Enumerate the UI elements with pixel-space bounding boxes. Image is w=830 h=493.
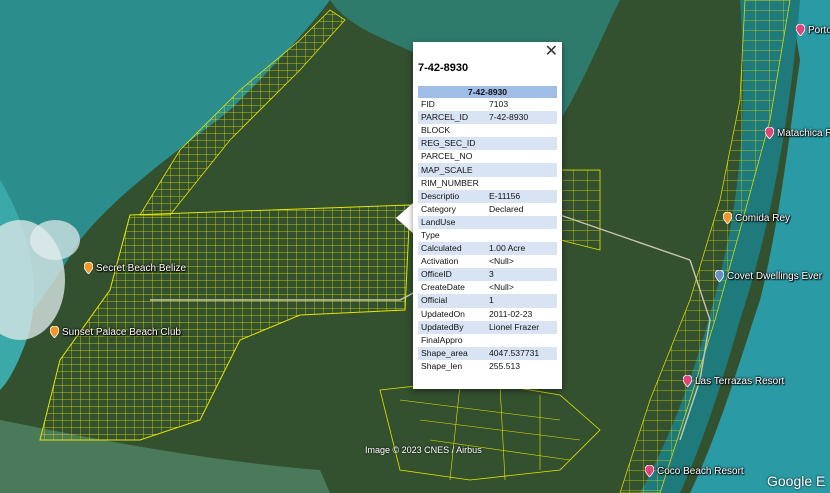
attribute-row: LandUse [418, 215, 557, 229]
attribute-key: RIM_NUMBER [421, 177, 479, 188]
attribute-row: OfficeID 3 [418, 268, 557, 282]
attribute-key: UpdatedBy [418, 320, 486, 334]
attribute-key: REG_SEC_ID [418, 137, 486, 151]
place-label: Secret Beach Belize [96, 262, 187, 274]
map-pin-icon [683, 375, 692, 387]
place-label: Las Terrazas Resort [695, 375, 785, 387]
map-pin-icon [645, 465, 654, 477]
attribute-value [486, 137, 557, 151]
attribute-value [486, 215, 557, 229]
attribute-key: MAP_SCALE [418, 163, 486, 177]
place-label: Matachica Re [777, 127, 830, 139]
attribute-row: REG_SEC_ID [418, 137, 557, 151]
attribute-key: Shape_len [421, 360, 463, 371]
attribute-value [486, 163, 557, 177]
attribute-row: Category Declared [418, 203, 557, 216]
attribute-key: Category [421, 203, 456, 214]
attribute-value: Declared [489, 203, 524, 214]
map-pin-icon [50, 326, 59, 338]
attribute-key: FID [421, 99, 435, 110]
attribute-row: Calculated 1.00 Acre [418, 242, 557, 256]
cloud [30, 220, 80, 260]
attribute-value: 4047.537731 [486, 346, 557, 360]
close-icon[interactable]: ✕ [545, 43, 558, 61]
attribute-row: MAP_SCALE [418, 163, 557, 177]
place-label: Covet Dwellings Ever [727, 270, 823, 282]
attribute-key: OfficeID [418, 268, 486, 282]
attribute-row: Activation <Null> [418, 255, 557, 268]
parcel-grid-east [559, 169, 601, 251]
attribute-key: PARCEL_NO [421, 151, 473, 162]
place-matachica[interactable]: Matachica Re [765, 127, 830, 139]
attribute-row: Shape_area 4047.537731 [418, 346, 557, 360]
attribute-row: RIM_NUMBER [418, 177, 557, 190]
attribute-row: FID 7103 [418, 98, 557, 111]
attribute-row: CreateDate <Null> [418, 281, 557, 294]
place-sunset-palace-beach-club[interactable]: Sunset Palace Beach Club [50, 326, 181, 338]
attribute-value: 7-42-8930 [486, 111, 557, 125]
attribute-value [486, 124, 557, 137]
attribute-value [486, 150, 557, 163]
attribute-value: 255.513 [489, 360, 521, 371]
parcel-info-popup: ✕ 7-42-8930 7-42-8930 FID 7103 PARCEL_ID 7-… [413, 42, 562, 389]
attribute-row: FinalAppro [418, 334, 557, 347]
attribute-key: UpdatedOn [421, 308, 465, 319]
attribute-value: Lionel Frazer [486, 320, 557, 334]
popup-pointer [396, 202, 414, 234]
place-label: Coco Beach Resort [657, 465, 744, 477]
attribute-value: <Null> [489, 282, 514, 293]
attribute-value: 7103 [489, 99, 509, 110]
attribute-row: UpdatedOn 2011-02-23 [418, 308, 557, 321]
attribute-row: UpdatedBy Lionel Frazer [418, 320, 557, 334]
place-covet-dwellings[interactable]: Covet Dwellings Ever [715, 270, 822, 282]
attribute-value: 1.00 Acre [486, 242, 557, 256]
attribute-value: 3 [486, 268, 557, 282]
place-label: Sunset Palace Beach Club [62, 326, 181, 338]
attribute-value [486, 229, 557, 242]
attribute-value: E-11156 [486, 189, 557, 203]
place-secret-beach-belize[interactable]: Secret Beach Belize [84, 262, 186, 274]
attribute-value [486, 177, 557, 190]
place-label: Portofi [808, 24, 830, 36]
map-pin-icon [84, 262, 93, 274]
attribute-key: FinalAppro [421, 334, 463, 345]
place-comida-rey[interactable]: Comida Rey [723, 212, 790, 224]
attribute-key: LandUse [418, 215, 486, 229]
attribute-row: PARCEL_ID 7-42-8930 [418, 111, 557, 125]
attribute-value [486, 334, 557, 347]
map-pin-icon [796, 24, 805, 36]
attribute-key: CreateDate [421, 282, 465, 293]
place-portofino[interactable]: Portofi [796, 24, 830, 36]
attribute-value: 1 [486, 294, 557, 308]
imagery-attribution: Image © 2023 CNES / Airbus [365, 445, 482, 455]
attribute-row: BLOCK [418, 124, 557, 137]
attribute-key: Type [421, 229, 440, 240]
attribute-key: Shape_area [418, 346, 486, 360]
map-pin-icon [723, 212, 732, 224]
map-pin-icon [715, 270, 724, 282]
attribute-row: Type [418, 229, 557, 242]
attribute-row: PARCEL_NO [418, 150, 557, 163]
attribute-key: Descriptio [418, 189, 486, 203]
attribute-key: Calculated [418, 242, 486, 256]
popup-title: 7-42-8930 [418, 62, 469, 74]
place-label: Comida Rey [735, 212, 791, 224]
attribute-value: 2011-02-23 [489, 308, 533, 319]
attribute-key: Activation [421, 256, 459, 267]
map-pin-icon [765, 127, 774, 139]
attribute-row: Descriptio E-11156 [418, 189, 557, 203]
google-logo: Google E [767, 473, 826, 489]
attribute-table-caption: 7-42-8930 [418, 86, 557, 98]
attribute-row: Shape_len 255.513 [418, 360, 557, 373]
place-las-terrazas-resort[interactable]: Las Terrazas Resort [683, 375, 784, 387]
attribute-key: PARCEL_ID [418, 111, 486, 125]
place-coco-beach-resort[interactable]: Coco Beach Resort [645, 465, 744, 477]
attribute-row: Official 1 [418, 294, 557, 308]
attribute-key: Official [418, 294, 486, 308]
attribute-value: <Null> [489, 256, 514, 267]
attribute-table: 7-42-8930 FID 7103 PARCEL_ID 7-42-8930 BLOCK… [418, 86, 557, 373]
attribute-key: BLOCK [421, 125, 451, 136]
